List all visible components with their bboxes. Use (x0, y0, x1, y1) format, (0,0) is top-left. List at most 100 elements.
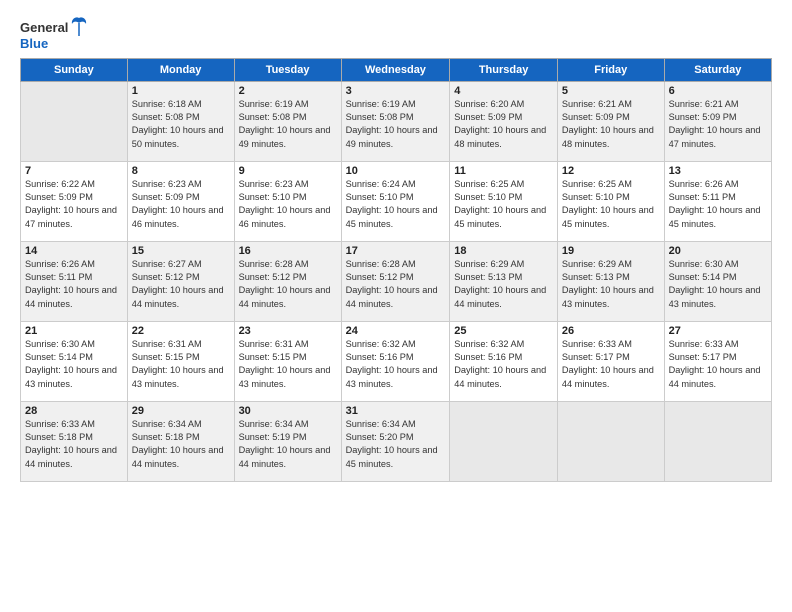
day-number: 23 (239, 325, 337, 337)
logo: General Blue (20, 18, 88, 52)
day-of-week-header: Tuesday (234, 58, 341, 81)
day-of-week-header: Monday (127, 58, 234, 81)
day-info: Sunrise: 6:23 AMSunset: 5:09 PMDaylight:… (132, 178, 230, 231)
day-info: Sunrise: 6:32 AMSunset: 5:16 PMDaylight:… (454, 338, 553, 391)
day-info: Sunrise: 6:30 AMSunset: 5:14 PMDaylight:… (669, 258, 767, 311)
day-number: 13 (669, 165, 767, 177)
calendar-day-cell: 15Sunrise: 6:27 AMSunset: 5:12 PMDayligh… (127, 241, 234, 321)
calendar-day-cell (557, 401, 664, 481)
calendar-day-cell: 12Sunrise: 6:25 AMSunset: 5:10 PMDayligh… (557, 161, 664, 241)
day-number: 18 (454, 245, 553, 257)
day-info: Sunrise: 6:33 AMSunset: 5:17 PMDaylight:… (669, 338, 767, 391)
day-number: 20 (669, 245, 767, 257)
logo-general: General (20, 20, 68, 36)
calendar-day-cell (21, 81, 128, 161)
day-number: 30 (239, 405, 337, 417)
day-info: Sunrise: 6:33 AMSunset: 5:17 PMDaylight:… (562, 338, 660, 391)
day-of-week-header: Thursday (450, 58, 558, 81)
calendar-day-cell: 7Sunrise: 6:22 AMSunset: 5:09 PMDaylight… (21, 161, 128, 241)
calendar-day-cell: 10Sunrise: 6:24 AMSunset: 5:10 PMDayligh… (341, 161, 450, 241)
day-info: Sunrise: 6:21 AMSunset: 5:09 PMDaylight:… (669, 98, 767, 151)
calendar-day-cell (450, 401, 558, 481)
day-of-week-header: Saturday (664, 58, 771, 81)
calendar-day-cell: 13Sunrise: 6:26 AMSunset: 5:11 PMDayligh… (664, 161, 771, 241)
day-number: 8 (132, 165, 230, 177)
calendar-week-row: 1Sunrise: 6:18 AMSunset: 5:08 PMDaylight… (21, 81, 772, 161)
day-number: 27 (669, 325, 767, 337)
calendar-week-row: 7Sunrise: 6:22 AMSunset: 5:09 PMDaylight… (21, 161, 772, 241)
calendar-day-cell: 9Sunrise: 6:23 AMSunset: 5:10 PMDaylight… (234, 161, 341, 241)
calendar-week-row: 21Sunrise: 6:30 AMSunset: 5:14 PMDayligh… (21, 321, 772, 401)
day-info: Sunrise: 6:32 AMSunset: 5:16 PMDaylight:… (346, 338, 446, 391)
day-number: 31 (346, 405, 446, 417)
day-number: 19 (562, 245, 660, 257)
day-number: 3 (346, 85, 446, 97)
day-of-week-header: Friday (557, 58, 664, 81)
day-info: Sunrise: 6:28 AMSunset: 5:12 PMDaylight:… (239, 258, 337, 311)
day-info: Sunrise: 6:18 AMSunset: 5:08 PMDaylight:… (132, 98, 230, 151)
calendar-day-cell: 5Sunrise: 6:21 AMSunset: 5:09 PMDaylight… (557, 81, 664, 161)
day-info: Sunrise: 6:27 AMSunset: 5:12 PMDaylight:… (132, 258, 230, 311)
day-info: Sunrise: 6:19 AMSunset: 5:08 PMDaylight:… (346, 98, 446, 151)
day-number: 7 (25, 165, 123, 177)
day-number: 2 (239, 85, 337, 97)
calendar-day-cell: 18Sunrise: 6:29 AMSunset: 5:13 PMDayligh… (450, 241, 558, 321)
calendar-day-cell: 26Sunrise: 6:33 AMSunset: 5:17 PMDayligh… (557, 321, 664, 401)
calendar-day-cell: 14Sunrise: 6:26 AMSunset: 5:11 PMDayligh… (21, 241, 128, 321)
day-number: 29 (132, 405, 230, 417)
calendar-day-cell: 31Sunrise: 6:34 AMSunset: 5:20 PMDayligh… (341, 401, 450, 481)
day-of-week-header: Sunday (21, 58, 128, 81)
day-info: Sunrise: 6:25 AMSunset: 5:10 PMDaylight:… (454, 178, 553, 231)
day-info: Sunrise: 6:34 AMSunset: 5:18 PMDaylight:… (132, 418, 230, 471)
calendar-week-row: 28Sunrise: 6:33 AMSunset: 5:18 PMDayligh… (21, 401, 772, 481)
calendar-day-cell: 30Sunrise: 6:34 AMSunset: 5:19 PMDayligh… (234, 401, 341, 481)
calendar-day-cell: 3Sunrise: 6:19 AMSunset: 5:08 PMDaylight… (341, 81, 450, 161)
day-number: 17 (346, 245, 446, 257)
day-number: 16 (239, 245, 337, 257)
calendar-day-cell: 19Sunrise: 6:29 AMSunset: 5:13 PMDayligh… (557, 241, 664, 321)
calendar-day-cell: 11Sunrise: 6:25 AMSunset: 5:10 PMDayligh… (450, 161, 558, 241)
header: General Blue (20, 18, 772, 52)
calendar-day-cell: 4Sunrise: 6:20 AMSunset: 5:09 PMDaylight… (450, 81, 558, 161)
day-number: 25 (454, 325, 553, 337)
calendar-day-cell: 21Sunrise: 6:30 AMSunset: 5:14 PMDayligh… (21, 321, 128, 401)
calendar-day-cell: 25Sunrise: 6:32 AMSunset: 5:16 PMDayligh… (450, 321, 558, 401)
calendar-day-cell: 17Sunrise: 6:28 AMSunset: 5:12 PMDayligh… (341, 241, 450, 321)
day-number: 5 (562, 85, 660, 97)
day-info: Sunrise: 6:25 AMSunset: 5:10 PMDaylight:… (562, 178, 660, 231)
day-info: Sunrise: 6:34 AMSunset: 5:20 PMDaylight:… (346, 418, 446, 471)
day-info: Sunrise: 6:23 AMSunset: 5:10 PMDaylight:… (239, 178, 337, 231)
day-info: Sunrise: 6:28 AMSunset: 5:12 PMDaylight:… (346, 258, 446, 311)
day-of-week-header: Wednesday (341, 58, 450, 81)
calendar-day-cell: 27Sunrise: 6:33 AMSunset: 5:17 PMDayligh… (664, 321, 771, 401)
calendar-day-cell: 29Sunrise: 6:34 AMSunset: 5:18 PMDayligh… (127, 401, 234, 481)
day-info: Sunrise: 6:26 AMSunset: 5:11 PMDaylight:… (669, 178, 767, 231)
day-info: Sunrise: 6:22 AMSunset: 5:09 PMDaylight:… (25, 178, 123, 231)
calendar-day-cell: 8Sunrise: 6:23 AMSunset: 5:09 PMDaylight… (127, 161, 234, 241)
calendar-day-cell: 20Sunrise: 6:30 AMSunset: 5:14 PMDayligh… (664, 241, 771, 321)
day-number: 4 (454, 85, 553, 97)
day-number: 26 (562, 325, 660, 337)
day-info: Sunrise: 6:26 AMSunset: 5:11 PMDaylight:… (25, 258, 123, 311)
day-info: Sunrise: 6:34 AMSunset: 5:19 PMDaylight:… (239, 418, 337, 471)
day-number: 28 (25, 405, 123, 417)
calendar-day-cell: 23Sunrise: 6:31 AMSunset: 5:15 PMDayligh… (234, 321, 341, 401)
day-info: Sunrise: 6:21 AMSunset: 5:09 PMDaylight:… (562, 98, 660, 151)
day-info: Sunrise: 6:33 AMSunset: 5:18 PMDaylight:… (25, 418, 123, 471)
calendar-day-cell: 2Sunrise: 6:19 AMSunset: 5:08 PMDaylight… (234, 81, 341, 161)
calendar-week-row: 14Sunrise: 6:26 AMSunset: 5:11 PMDayligh… (21, 241, 772, 321)
day-info: Sunrise: 6:29 AMSunset: 5:13 PMDaylight:… (454, 258, 553, 311)
calendar-day-cell: 22Sunrise: 6:31 AMSunset: 5:15 PMDayligh… (127, 321, 234, 401)
day-number: 22 (132, 325, 230, 337)
day-info: Sunrise: 6:24 AMSunset: 5:10 PMDaylight:… (346, 178, 446, 231)
calendar-table: SundayMondayTuesdayWednesdayThursdayFrid… (20, 58, 772, 482)
day-number: 24 (346, 325, 446, 337)
logo-blue: Blue (20, 36, 48, 52)
day-number: 6 (669, 85, 767, 97)
day-info: Sunrise: 6:31 AMSunset: 5:15 PMDaylight:… (132, 338, 230, 391)
calendar-day-cell: 24Sunrise: 6:32 AMSunset: 5:16 PMDayligh… (341, 321, 450, 401)
calendar-day-cell: 1Sunrise: 6:18 AMSunset: 5:08 PMDaylight… (127, 81, 234, 161)
day-number: 21 (25, 325, 123, 337)
day-number: 15 (132, 245, 230, 257)
day-info: Sunrise: 6:30 AMSunset: 5:14 PMDaylight:… (25, 338, 123, 391)
